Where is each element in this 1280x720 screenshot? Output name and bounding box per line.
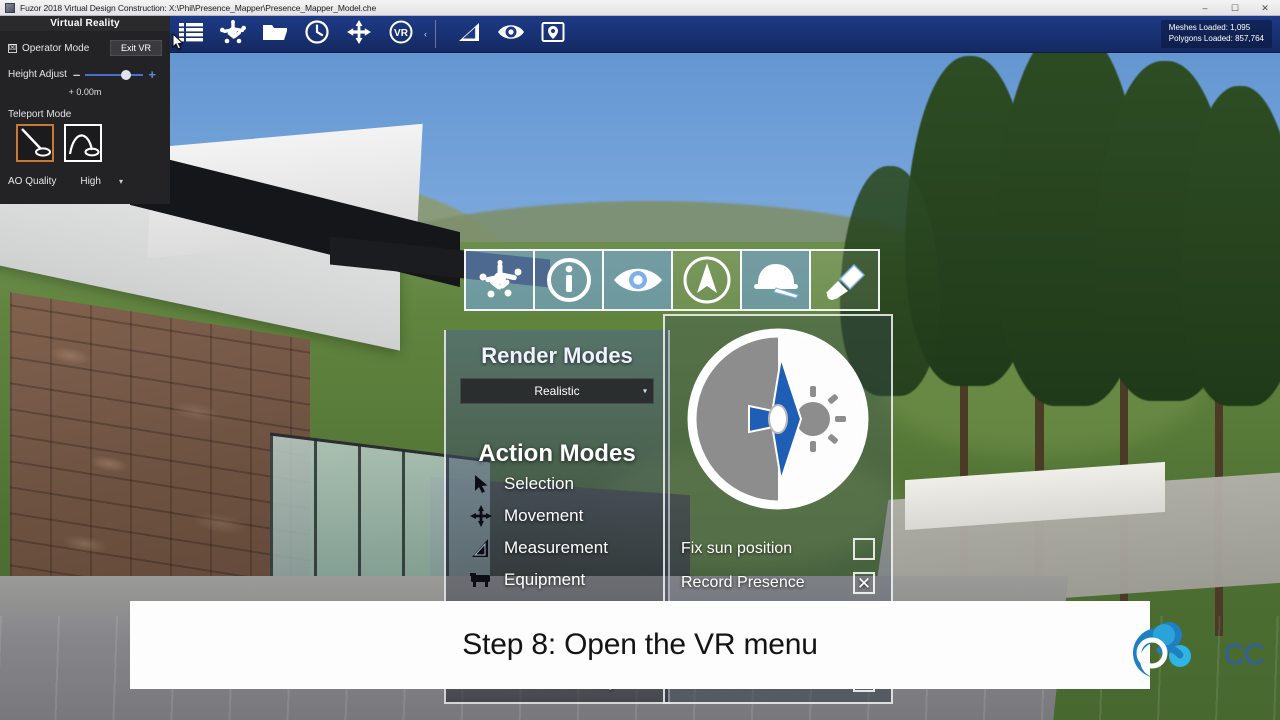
chevron-down-icon[interactable]: ▾ — [119, 177, 123, 186]
cursor-arrow-icon — [468, 473, 494, 495]
vr-info-icon-button[interactable] — [533, 249, 604, 311]
maximize-button[interactable]: ☐ — [1220, 0, 1250, 16]
measure-icon — [457, 21, 481, 48]
record-presence-checkbox[interactable]: ✕ — [853, 572, 875, 594]
measure-triangle-icon — [468, 537, 494, 559]
move-icon-button[interactable] — [342, 19, 376, 49]
minimize-button[interactable]: – — [1190, 0, 1220, 16]
teleport-mode-label: Teleport Mode — [8, 109, 72, 120]
vr-marker-icon-button[interactable] — [809, 249, 880, 311]
vr-compass-icon — [682, 255, 732, 305]
sun-moon-dial[interactable] — [685, 326, 871, 512]
teleport-arc-button[interactable] — [64, 124, 102, 162]
sun-position-panel: Fix sun position Record Presence ✕ — [663, 314, 893, 605]
move-icon — [347, 19, 371, 49]
ao-quality-value: High — [80, 176, 101, 187]
virtual-reality-panel-title: Virtual Reality — [0, 16, 170, 31]
meshes-loaded-label: Meshes Loaded: 1,095 — [1168, 23, 1251, 32]
open-folder-icon — [262, 22, 288, 47]
exit-vr-button[interactable]: Exit VR — [109, 40, 162, 56]
toolbar-collapse-button[interactable]: ‹ — [424, 29, 427, 39]
window-titlebar: Fuzor 2018 Virtual Design Construction: … — [0, 0, 1280, 16]
navigation-icon-button[interactable] — [216, 19, 250, 49]
vr-icon: VR — [389, 20, 413, 49]
close-button[interactable]: ✕ — [1250, 0, 1280, 16]
action-mode-label: Measurement — [504, 538, 608, 557]
fix-sun-position-row[interactable]: Fix sun position — [665, 538, 891, 560]
fuzor-app-icon — [5, 2, 15, 13]
ao-quality-label: AO Quality — [8, 176, 57, 187]
teleport-arc-icon — [66, 134, 100, 163]
location-marker-icon — [541, 20, 565, 49]
vr-hardhat-icon — [750, 261, 802, 299]
teleport-straight-button[interactable] — [16, 124, 54, 162]
mouse-cursor — [172, 32, 184, 56]
vr-hardhat-icon-button[interactable] — [740, 249, 811, 311]
action-mode-movement[interactable]: Movement — [446, 500, 668, 532]
render-modes-panel: Render Modes Realistic ▾ Action Modes Se… — [444, 330, 670, 605]
height-adjust-label: Height Adjust — [8, 69, 67, 80]
navigation-icon — [220, 19, 246, 49]
record-presence-label: Record Presence — [681, 574, 805, 591]
action-mode-selection[interactable]: Selection — [446, 468, 668, 500]
window-title: Fuzor 2018 Virtual Design Construction: … — [20, 2, 377, 13]
height-adjust-slider[interactable] — [85, 69, 144, 80]
four-way-move-icon — [468, 505, 494, 527]
fix-sun-position-label: Fix sun position — [681, 540, 793, 557]
cc-circle-logo — [1126, 621, 1198, 689]
vr-visibility-icon — [612, 263, 664, 297]
operator-mode-checkbox[interactable]: ☒ — [8, 43, 17, 53]
action-modes-title: Action Modes — [478, 440, 636, 467]
height-adjust-value: + 0.00m — [68, 87, 102, 97]
time-of-day-icon-button[interactable] — [300, 19, 334, 49]
polygons-loaded-label: Polygons Loaded: 857,764 — [1168, 33, 1264, 43]
vr-info-icon — [546, 258, 591, 302]
render-modes-title: Render Modes — [481, 343, 633, 368]
action-mode-label: Movement — [504, 506, 584, 525]
app-root: Render Modes Realistic ▾ Action Modes Se… — [0, 0, 1280, 720]
vr-marker-icon — [820, 259, 870, 301]
toolbar-divider — [435, 20, 436, 48]
vr-menu-icon-bar — [464, 249, 880, 311]
svg-text:VR: VR — [394, 28, 409, 39]
equipment-icon — [468, 569, 494, 591]
height-decrease-button[interactable]: – — [73, 68, 80, 81]
height-increase-button[interactable]: + — [148, 68, 156, 81]
action-mode-label: Equipment — [504, 570, 586, 589]
open-folder-icon-button[interactable] — [258, 19, 292, 49]
record-presence-row[interactable]: Record Presence ✕ — [665, 572, 891, 594]
vr-navigation-icon-button[interactable] — [464, 249, 535, 311]
render-mode-select[interactable]: Realistic ▾ — [460, 378, 654, 404]
virtual-reality-panel: Virtual Reality ☒ Operator Mode Exit VR … — [0, 16, 170, 204]
vr-icon-button[interactable]: VR — [384, 19, 418, 49]
scene-stats: Meshes Loaded: 1,095 Polygons Loaded: 85… — [1160, 20, 1272, 48]
window-controls: – ☐ ✕ — [1190, 0, 1280, 15]
location-marker-icon-button[interactable] — [536, 19, 570, 49]
fix-sun-position-checkbox[interactable] — [853, 538, 875, 560]
brand-area: CC — [1034, 618, 1265, 692]
cc-wordmark: CC — [1224, 638, 1265, 671]
action-mode-label: Selection — [504, 474, 574, 493]
measure-icon-button[interactable] — [452, 19, 486, 49]
caption-bar: Step 8: Open the VR menu — [130, 601, 1150, 689]
render-mode-value: Realistic — [534, 384, 580, 398]
action-mode-equipment[interactable]: Equipment — [446, 564, 668, 596]
operator-mode-label: Operator Mode — [22, 42, 90, 54]
fuzor-toolbar: VR ‹ Meshes Loaded: 1,095 Polygons Loade… — [170, 16, 1280, 53]
vr-compass-icon-button[interactable] — [671, 249, 742, 311]
visibility-icon — [497, 22, 525, 47]
visibility-icon-button[interactable] — [494, 19, 528, 49]
teleport-straight-icon — [18, 128, 52, 163]
chevron-down-icon: ▾ — [642, 386, 647, 396]
caption-text: Step 8: Open the VR menu — [462, 628, 818, 661]
action-mode-measurement[interactable]: Measurement — [446, 532, 668, 564]
height-adjust-slider-handle[interactable] — [121, 69, 132, 80]
vr-visibility-icon-button[interactable] — [602, 249, 673, 311]
time-of-day-icon — [305, 19, 329, 49]
vr-navigation-icon — [477, 260, 523, 300]
